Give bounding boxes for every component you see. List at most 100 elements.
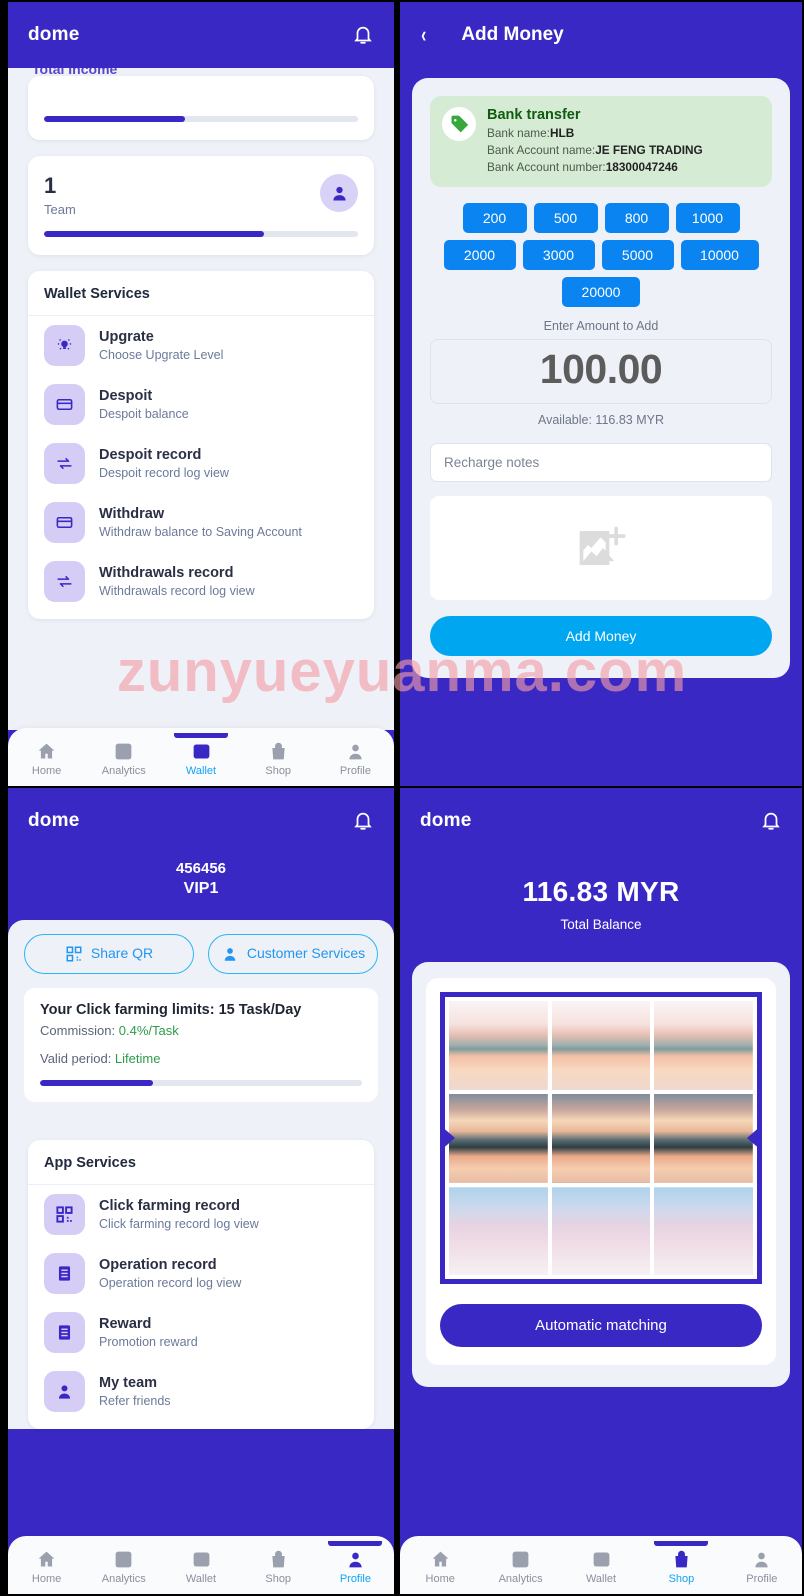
grid-cell[interactable] [551,1001,651,1090]
transfer-icon [44,443,85,485]
amount-chip[interactable]: 500 [533,203,598,234]
nav-item-analytics[interactable]: Analytics [85,1545,162,1585]
nav-item-profile[interactable]: Profile [317,1541,394,1585]
grid-cell[interactable] [449,1093,548,1183]
service-row-my-team[interactable]: My team Refer friends [28,1362,374,1421]
add-money-submit-button[interactable]: Add Money [430,616,772,657]
home-icon [38,743,55,759]
service-title: Operation record [99,1256,217,1273]
amount-chip[interactable]: 200 [462,203,527,234]
nav-label: Profile [746,1573,778,1585]
wallet-icon [193,744,209,759]
commission-label: Commission: [40,1023,119,1038]
amount-chip[interactable]: 5000 [601,240,674,271]
team-card[interactable]: 1 Team [28,156,374,256]
service-row-reward[interactable]: Reward Promotion reward [28,1303,374,1362]
share-qr-button[interactable]: Share QR [24,934,194,974]
nav-label: Home [31,1573,62,1585]
service-title: Withdrawals record [99,564,234,581]
app-brand: dome [28,810,80,831]
customer-services-button[interactable]: Customer Services [208,934,378,974]
nav-label: Analytics [101,765,146,777]
nav-label: Shop [265,765,292,777]
grid-cell[interactable] [654,1186,753,1276]
nav-item-home[interactable]: Home [8,1545,85,1585]
nav-item-profile[interactable]: Profile [722,1545,802,1585]
nav-label: Shop [668,1573,695,1585]
nav-item-shop[interactable]: Shop [240,737,317,777]
bell-icon[interactable] [352,23,374,47]
amount-chip[interactable]: 2000 [443,240,516,271]
nav-item-analytics[interactable]: Analytics [480,1545,560,1585]
nav-item-analytics[interactable]: Analytics [85,737,162,777]
image-grid [449,1001,753,1276]
wallet-icon [193,1552,209,1567]
grid-cell[interactable] [449,1186,548,1276]
shop-bottom-nav: Home Analytics Wallet Shop Profile [400,1536,802,1594]
service-row-click-farming-record[interactable]: Click farming record Click farming recor… [28,1185,374,1244]
amount-chip[interactable]: 3000 [522,240,595,271]
grid-cell[interactable] [654,1093,753,1183]
chevron-left-icon[interactable]: ‹ [421,24,426,46]
receipt-icon [44,1253,85,1294]
amount-chip[interactable]: 10000 [680,240,759,271]
app-services-card: App Services Click farming record Click … [28,1140,374,1429]
nav-label: Analytics [498,1573,543,1585]
product-image-grid[interactable] [440,992,762,1285]
amount-display[interactable]: 100.00 [430,339,772,405]
receipt-upload-area[interactable] [430,496,772,601]
profile-hero: 456456 VIP1 [8,854,394,920]
total-income-card[interactable] [28,76,374,140]
nav-item-wallet[interactable]: Wallet [162,1545,239,1585]
automatic-matching-button[interactable]: Automatic matching [440,1304,762,1348]
service-row-withdrawals-record[interactable]: Withdrawals record Withdrawals record lo… [28,552,374,611]
bell-icon[interactable] [760,809,782,833]
team-label: Team [44,202,76,218]
amount-chip[interactable]: 20000 [562,277,640,308]
qr-icon [44,1194,85,1235]
grid-cell[interactable] [449,1001,548,1090]
home-icon [38,1551,55,1567]
amount-chip[interactable]: 800 [604,203,669,234]
receipt-icon [44,1312,85,1353]
service-subtitle: Withdrawals record log view [99,583,255,598]
wallet-icon [593,1552,609,1567]
chart-icon [115,1551,132,1568]
service-title: Upgrate [99,328,154,345]
nav-label: Home [31,765,62,777]
grid-cell[interactable] [551,1093,651,1183]
profile-bottom-nav: Home Analytics Wallet Shop Profile [8,1536,394,1594]
service-row-withdraw[interactable]: Withdraw Withdraw balance to Saving Acco… [28,493,374,552]
profile-scroll-body: Share QR Customer Services Your Click fa… [8,920,394,1542]
nav-item-home[interactable]: Home [8,737,85,777]
available-balance-text: Available: 116.83 MYR [537,413,664,428]
bell-icon[interactable] [352,809,374,833]
person-icon [224,948,236,961]
nav-item-shop[interactable]: Shop [240,1545,317,1585]
grid-cell[interactable] [654,1001,753,1090]
nav-item-wallet[interactable]: Wallet [561,1545,641,1585]
service-row-despoit-record[interactable]: Despoit record Despoit record log view [28,434,374,493]
recharge-notes-input[interactable] [430,443,772,483]
tag-icon [442,107,476,141]
nav-item-home[interactable]: Home [400,1545,480,1585]
amount-chip[interactable]: 1000 [675,203,740,234]
person-icon [349,744,362,760]
service-subtitle: Withdraw balance to Saving Account [99,524,302,539]
service-title: Despoit [99,387,153,404]
nav-item-profile[interactable]: Profile [317,737,394,777]
nav-label: Wallet [185,765,217,777]
service-row-operation-record[interactable]: Operation record Operation record log vi… [28,1244,374,1303]
grid-cell[interactable] [551,1186,651,1276]
service-subtitle: Refer friends [99,1393,171,1408]
nav-item-wallet[interactable]: Wallet [162,733,239,777]
click-farming-limits-card: Your Click farming limits: 15 Task/Day C… [24,988,378,1102]
bag-icon [675,1550,688,1568]
service-row-despoit[interactable]: Despoit Despoit balance [28,375,374,434]
person-icon [44,1371,85,1412]
service-title: Withdraw [99,505,165,522]
service-row-upgrate[interactable]: Upgrate Choose Upgrate Level [28,316,374,375]
profile-actions-tray: Share QR Customer Services Your Click fa… [8,920,394,1118]
nav-item-shop[interactable]: Shop [641,1541,721,1585]
add-money-panel: ‹ Add Money Bank transfer Bank name:HLB … [400,2,802,786]
